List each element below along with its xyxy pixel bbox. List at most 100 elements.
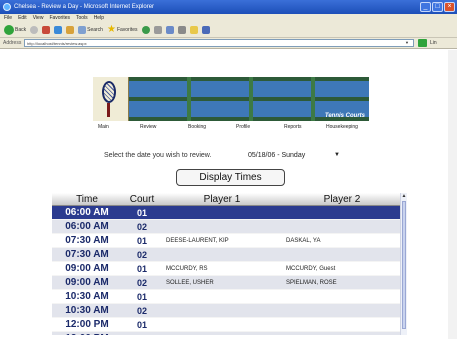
cell-time: 10:30 AM: [52, 303, 122, 318]
home-icon[interactable]: [66, 26, 75, 34]
cell-time: 06:00 AM: [52, 219, 122, 234]
folder-icon[interactable]: [189, 26, 198, 34]
messenger-icon[interactable]: [201, 26, 210, 34]
cell-player1: [162, 219, 282, 234]
forward-button[interactable]: [30, 26, 39, 34]
cell-player1: SOLLEE, USHER: [162, 275, 282, 290]
menu-edit[interactable]: Edit: [18, 14, 27, 23]
cell-player2: [282, 303, 402, 318]
close-button[interactable]: ×: [444, 2, 455, 12]
menu-bar: File Edit View Favorites Tools Help: [0, 14, 457, 23]
cell-court: 02: [122, 275, 162, 290]
table-row[interactable]: 07:30 AM 01 DEESE-LAURENT, KIP DASKAL, YA: [52, 233, 402, 248]
cell-time: 12:00 PM: [52, 317, 122, 332]
cell-court: 01: [122, 261, 162, 276]
page-scrollbar[interactable]: [448, 50, 457, 339]
cell-player2: SPIELMAN, ROSE: [282, 275, 402, 290]
table-row[interactable]: 06:00 AM 02: [52, 219, 402, 234]
date-prompt: Select the date you wish to review.: [104, 152, 212, 159]
cell-player1: [162, 205, 282, 220]
menu-file[interactable]: File: [4, 14, 12, 23]
address-dropdown-icon[interactable]: ▼: [405, 40, 409, 45]
site-banner: Tennis Courts: [93, 77, 369, 121]
history-icon[interactable]: [153, 26, 162, 34]
nav-review[interactable]: Review: [140, 124, 156, 130]
cell-player2: [282, 205, 402, 220]
cell-player2: [282, 219, 402, 234]
browser-toolbar: Back Search ★ Favorites: [0, 23, 457, 38]
cell-court: 01: [122, 317, 162, 332]
scroll-up-icon[interactable]: ▲: [401, 193, 407, 199]
display-times-button[interactable]: Display Times: [176, 169, 285, 186]
cell-player2: MCCURDY, Guest: [282, 261, 402, 276]
column-header-player-2[interactable]: Player 2: [282, 193, 402, 206]
menu-tools[interactable]: Tools: [76, 14, 88, 23]
banner-caption: Tennis Courts: [324, 113, 365, 119]
nav-main[interactable]: Main: [98, 124, 109, 130]
cell-time: 09:00 AM: [52, 275, 122, 290]
window-title-bar: Chelsea - Review a Day - Microsoft Inter…: [0, 0, 457, 14]
schedule-grid: Time Court Player 1 Player 2 06:00 AM 01 0…: [52, 193, 406, 335]
column-header-player-1[interactable]: Player 1: [162, 193, 282, 206]
cell-court: 02: [122, 219, 162, 234]
nav-profile[interactable]: Profile: [236, 124, 250, 130]
cell-player1: [162, 317, 282, 332]
cell-player1: [162, 303, 282, 318]
table-row[interactable]: 12:00 PM02: [52, 331, 402, 335]
back-arrow-icon: [4, 25, 14, 35]
table-row[interactable]: 10:30 AM 02: [52, 303, 402, 318]
site-nav: Main Review Booking Profile Reports Hous…: [90, 124, 380, 134]
table-row[interactable]: 06:00 AM 01: [52, 205, 402, 220]
back-label: Back: [15, 27, 27, 33]
chevron-down-icon: ▼: [334, 152, 340, 158]
favorites-label: Favorites: [116, 27, 138, 33]
maximize-button[interactable]: □: [432, 2, 443, 12]
schedule-table: Time Court Player 1 Player 2 06:00 AM 01 0…: [52, 193, 402, 335]
menu-favorites[interactable]: Favorites: [49, 14, 70, 23]
table-row[interactable]: 07:30 AM 02: [52, 247, 402, 262]
tennis-racket-logo: [93, 77, 129, 121]
cell-court: 02: [122, 247, 162, 262]
mail-icon[interactable]: [165, 26, 174, 34]
stop-icon[interactable]: [42, 26, 51, 34]
date-select[interactable]: 05/18/06 - Sunday ▼: [248, 150, 340, 161]
search-button[interactable]: Search: [78, 26, 103, 34]
cell-court: 01: [122, 205, 162, 220]
search-label: Search: [87, 27, 103, 33]
links-label[interactable]: Lin: [430, 40, 437, 46]
cell-court: 01: [122, 233, 162, 248]
menu-view[interactable]: View: [33, 14, 44, 23]
nav-reports[interactable]: Reports: [284, 124, 302, 130]
cell-player1: MCCURDY, RS: [162, 261, 282, 276]
print-icon[interactable]: [177, 26, 186, 34]
back-button[interactable]: Back: [4, 25, 26, 35]
racket-handle: [107, 103, 110, 117]
address-input[interactable]: http://localhost/tennis/review.aspx: [24, 39, 414, 47]
nav-booking[interactable]: Booking: [188, 124, 206, 130]
cell-time: 12:00 PM: [52, 331, 122, 335]
address-label: Address: [3, 40, 22, 46]
favorites-button[interactable]: ★ Favorites: [107, 25, 138, 35]
table-row[interactable]: 09:00 AM 02 SOLLEE, USHER SPIELMAN, ROSE: [52, 275, 402, 290]
cell-player1: [162, 289, 282, 304]
cell-player2: [282, 289, 402, 304]
table-header-row: Time Court Player 1 Player 2: [52, 193, 402, 206]
column-header-time[interactable]: Time: [52, 193, 122, 206]
date-select-value: 05/18/06 - Sunday: [248, 152, 306, 159]
column-header-court[interactable]: Court: [122, 193, 162, 206]
nav-housekeeping[interactable]: Housekeeping: [326, 124, 358, 130]
grid-scrollbar[interactable]: ▲: [400, 193, 407, 335]
media-icon[interactable]: [141, 26, 150, 34]
scroll-thumb[interactable]: [402, 201, 406, 329]
menu-help[interactable]: Help: [94, 14, 104, 23]
table-row[interactable]: 10:30 AM 01: [52, 289, 402, 304]
minimize-button[interactable]: _: [420, 2, 431, 12]
cell-player2: [282, 317, 402, 332]
table-row[interactable]: 09:00 AM 01 MCCURDY, RS MCCURDY, Guest: [52, 261, 402, 276]
go-icon[interactable]: [418, 39, 427, 47]
cell-player1: [162, 247, 282, 262]
table-row[interactable]: 12:00 PM 01: [52, 317, 402, 332]
cell-court: 01: [122, 289, 162, 304]
refresh-icon[interactable]: [54, 26, 63, 34]
window-controls: _ □ ×: [420, 2, 455, 12]
